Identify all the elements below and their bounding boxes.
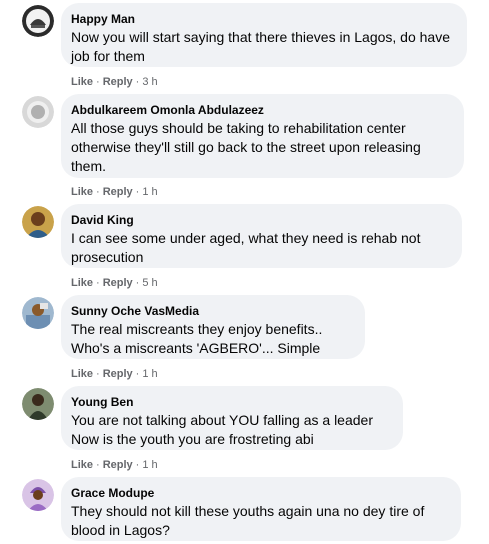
comment-text: Now you will start saying that there thi…: [71, 29, 450, 64]
like-button[interactable]: Like: [71, 277, 93, 289]
comment-bubble: Happy Man Now you will start saying that…: [61, 3, 467, 67]
comment-actions: Like · Reply · 3 h: [71, 75, 158, 89]
comment-timestamp[interactable]: 1 h: [142, 186, 157, 198]
reply-button[interactable]: Reply: [103, 368, 133, 380]
comment-actions: Like · Reply · 1 h: [71, 367, 158, 381]
comment-text: You are not talking about YOU falling as…: [71, 412, 373, 447]
avatar[interactable]: [22, 206, 54, 238]
separator-dot: ·: [135, 459, 140, 471]
avatar[interactable]: [22, 479, 54, 511]
reply-button[interactable]: Reply: [103, 186, 133, 198]
like-button[interactable]: Like: [71, 186, 93, 198]
comment-author[interactable]: Sunny Oche VasMedia: [71, 303, 353, 319]
comment-text: All those guys should be taking to rehab…: [71, 120, 421, 174]
comment-timestamp[interactable]: 1 h: [142, 368, 157, 380]
comment-bubble: David King I can see some under aged, wh…: [61, 204, 462, 268]
comment-author[interactable]: Grace Modupe: [71, 485, 449, 501]
user-avatar-icon: [22, 5, 54, 37]
comment-author[interactable]: Abdulkareem Omonla Abdulazeez: [71, 102, 452, 118]
comment-bubble: Grace Modupe They should not kill these …: [61, 477, 461, 541]
reply-button[interactable]: Reply: [103, 459, 133, 471]
separator-dot: ·: [96, 76, 100, 88]
reply-button[interactable]: Reply: [103, 277, 133, 289]
comment-actions: Like · Reply · 1 h: [71, 458, 158, 472]
user-avatar-icon: [22, 388, 54, 420]
comment-text: I can see some under aged, what they nee…: [71, 230, 421, 265]
comment-bubble: Sunny Oche VasMedia The real miscreants …: [61, 295, 365, 359]
comment-timestamp[interactable]: 1 h: [142, 459, 157, 471]
user-avatar-icon: [22, 297, 54, 329]
avatar[interactable]: [22, 96, 54, 128]
separator-dot: ·: [96, 186, 100, 198]
comment-text: The real miscreants they enjoy benefits.…: [71, 321, 323, 356]
comment-author[interactable]: Young Ben: [71, 394, 391, 410]
user-avatar-icon: [22, 479, 54, 511]
separator-dot: ·: [135, 76, 140, 88]
avatar[interactable]: [22, 388, 54, 420]
comment-author[interactable]: David King: [71, 212, 450, 228]
reply-button[interactable]: Reply: [103, 76, 133, 88]
separator-dot: ·: [135, 277, 140, 289]
comment-bubble: Abdulkareem Omonla Abdulazeez All those …: [61, 94, 464, 178]
separator-dot: ·: [96, 459, 100, 471]
avatar[interactable]: [22, 297, 54, 329]
user-avatar-icon: [22, 206, 54, 238]
like-button[interactable]: Like: [71, 368, 93, 380]
comment-author[interactable]: Happy Man: [71, 11, 455, 27]
comment-timestamp[interactable]: 5 h: [142, 277, 157, 289]
like-button[interactable]: Like: [71, 76, 93, 88]
separator-dot: ·: [96, 368, 100, 380]
comment-text: They should not kill these youths again …: [71, 503, 425, 538]
like-button[interactable]: Like: [71, 459, 93, 471]
comment-actions: Like · Reply · 5 h: [71, 276, 158, 290]
comment-timestamp[interactable]: 3 h: [142, 76, 157, 88]
separator-dot: ·: [96, 277, 100, 289]
comment-actions: Like · Reply · 1 h: [71, 185, 158, 199]
user-avatar-icon: [22, 96, 54, 128]
separator-dot: ·: [135, 368, 140, 380]
avatar[interactable]: [22, 5, 54, 37]
separator-dot: ·: [135, 186, 140, 198]
comment-bubble: Young Ben You are not talking about YOU …: [61, 386, 403, 450]
